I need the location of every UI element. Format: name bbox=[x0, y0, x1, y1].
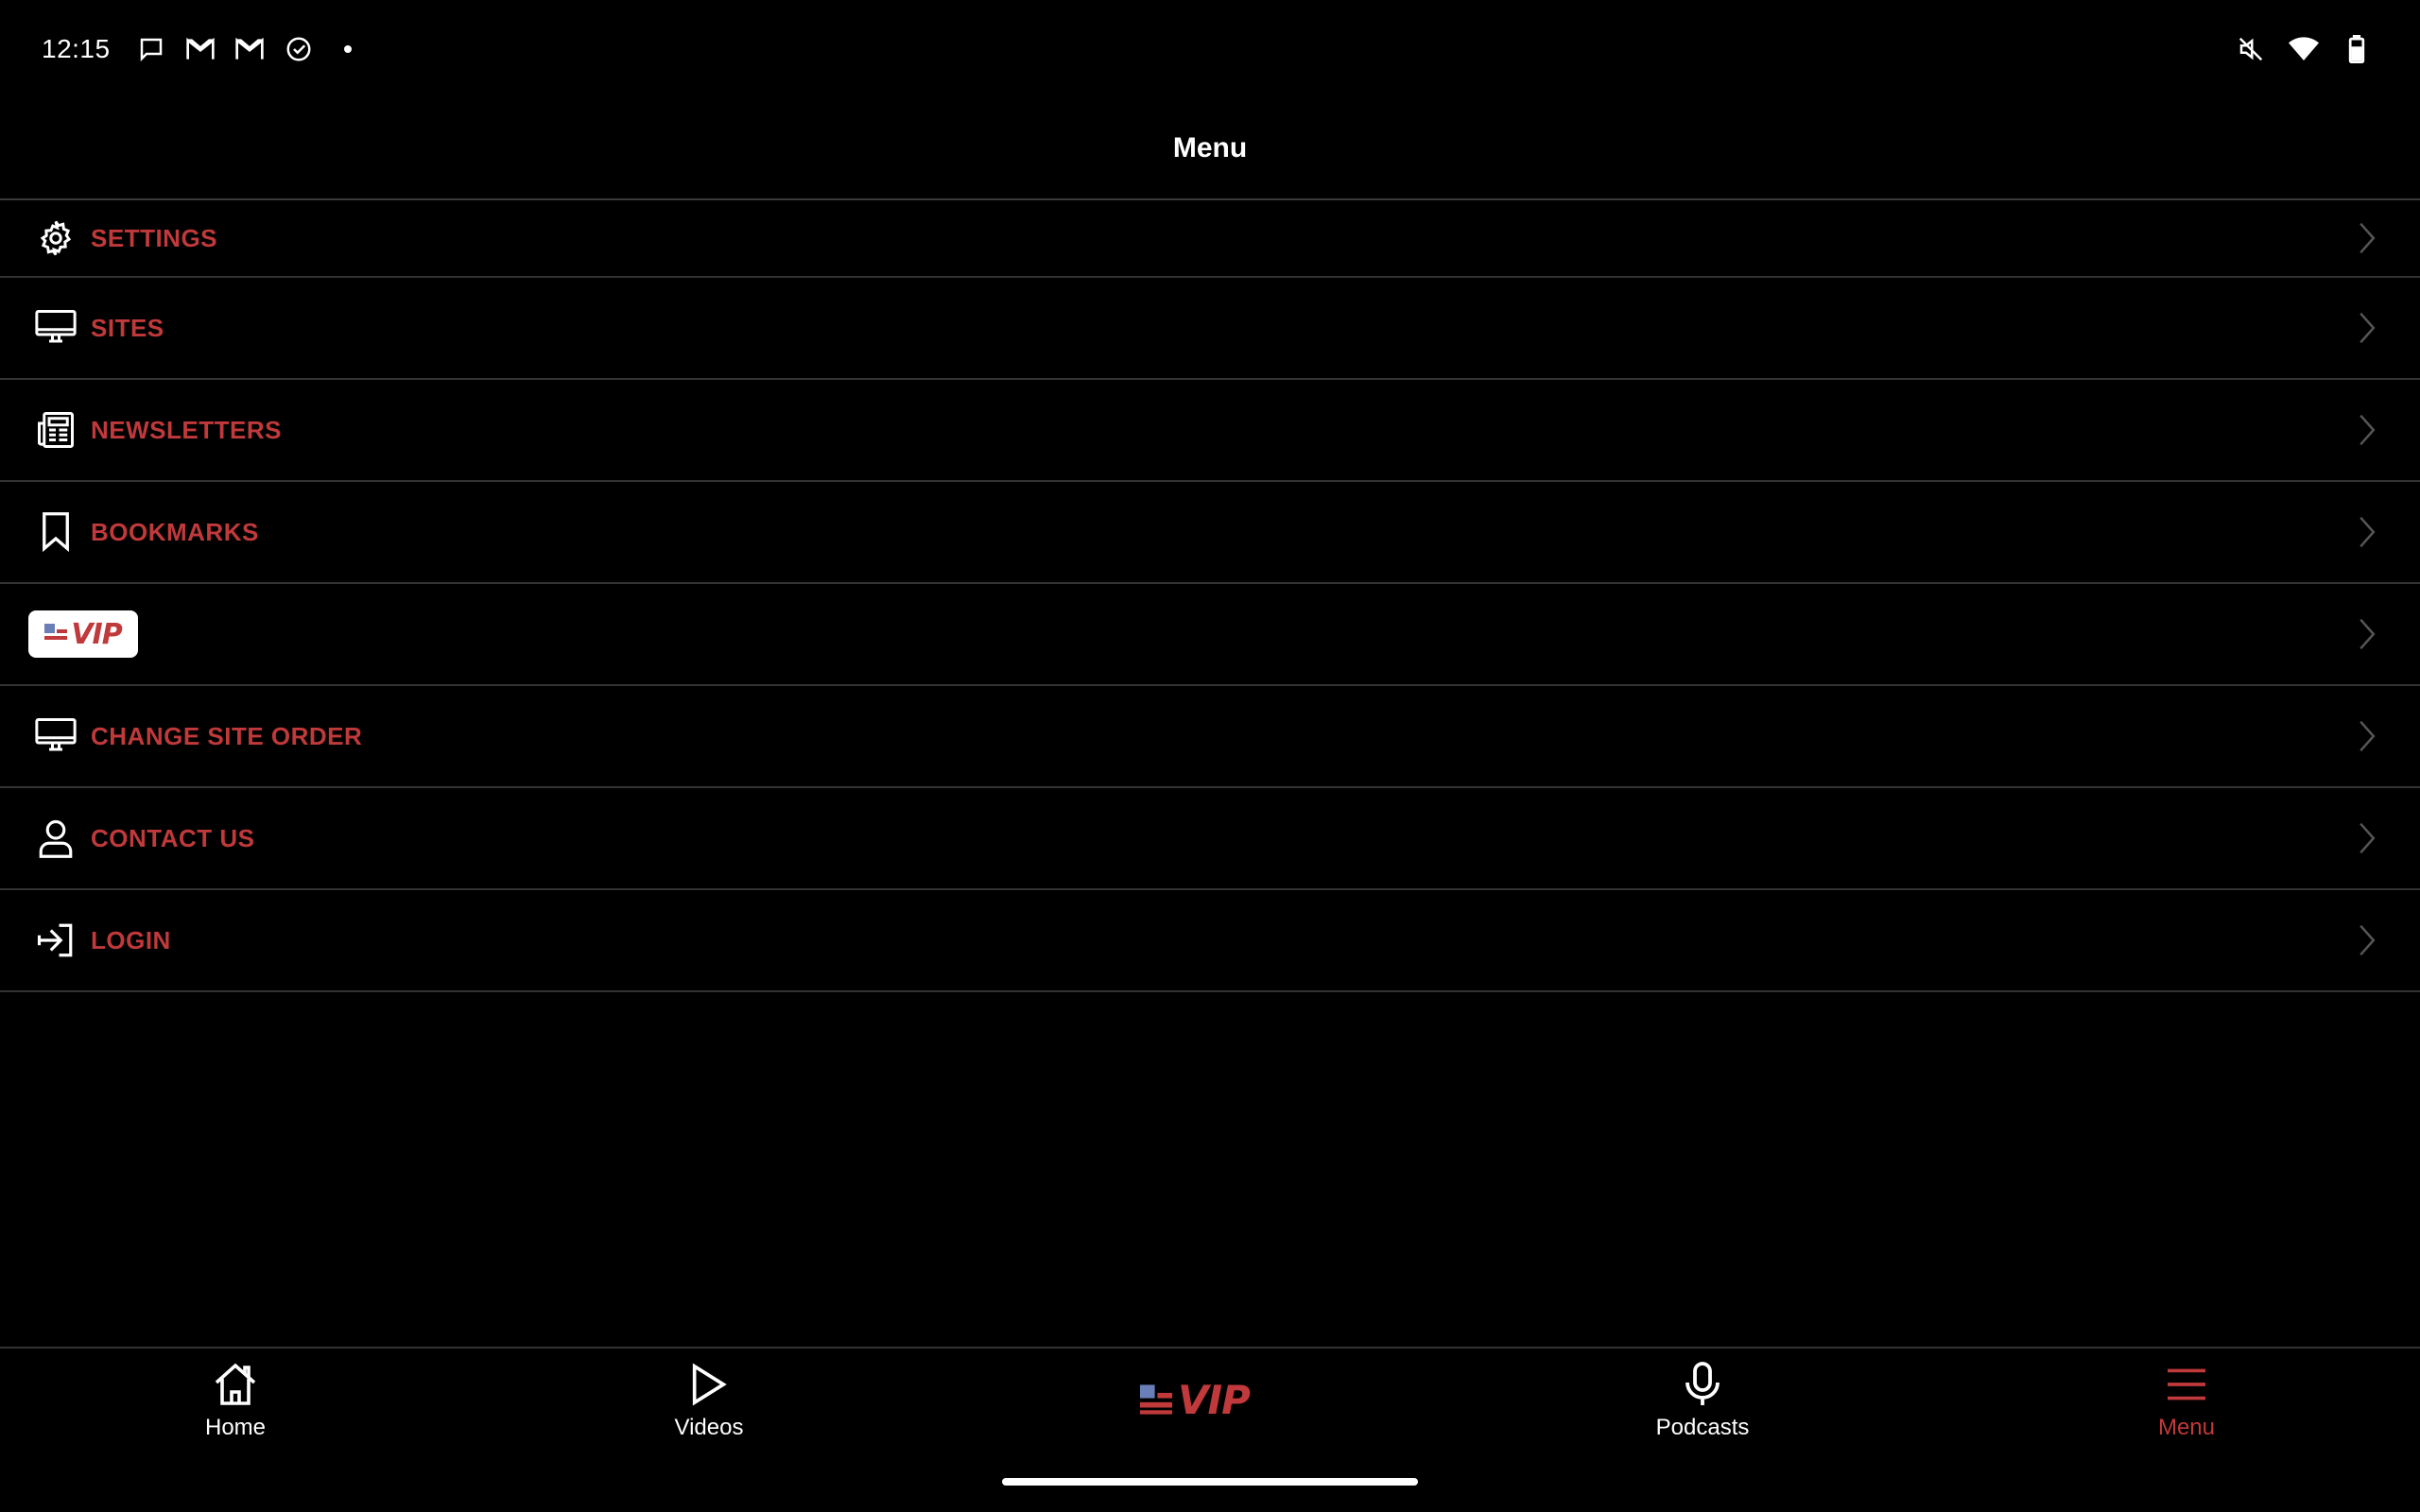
chevron-right-icon bbox=[2356, 411, 2378, 449]
chevron-right-icon bbox=[2356, 309, 2378, 347]
menu-item-login[interactable]: LOGIN bbox=[0, 890, 2420, 992]
bottom-nav: Home Videos VIP Podcasts Menu bbox=[0, 1347, 2420, 1460]
status-time: 12:15 bbox=[42, 34, 111, 63]
chevron-right-icon bbox=[2356, 615, 2378, 653]
menu-item-label: NEWSLETTERS bbox=[91, 415, 282, 444]
play-icon bbox=[683, 1358, 735, 1411]
home-indicator[interactable] bbox=[1002, 1478, 1418, 1486]
menu-item-change-site-order[interactable]: CHANGE SITE ORDER bbox=[0, 686, 2420, 788]
nav-menu-label: Menu bbox=[2157, 1415, 2216, 1440]
chevron-right-icon bbox=[2356, 513, 2378, 551]
menu-item-label: SITES bbox=[91, 313, 164, 342]
newspaper-icon bbox=[34, 408, 78, 452]
menu-item-sites[interactable]: SITES bbox=[0, 278, 2420, 380]
chevron-right-icon bbox=[2356, 921, 2378, 959]
menu-item-newsletters[interactable]: NEWSLETTERS bbox=[0, 380, 2420, 482]
user-icon bbox=[34, 816, 78, 860]
message-icon bbox=[135, 33, 167, 65]
battery-icon bbox=[2341, 33, 2373, 65]
monitor-icon bbox=[34, 714, 78, 758]
vip-logo-text: VIP bbox=[71, 617, 122, 651]
monitor-icon bbox=[34, 306, 78, 350]
nav-vip[interactable]: VIP bbox=[1140, 1371, 1291, 1428]
nav-home[interactable]: Home bbox=[141, 1358, 330, 1452]
menu-item-label: BOOKMARKS bbox=[91, 517, 259, 546]
menu-item-label: CONTACT US bbox=[91, 823, 255, 852]
wifi-icon bbox=[2288, 33, 2320, 65]
menu-item-contact-us[interactable]: CONTACT US bbox=[0, 788, 2420, 890]
flag-icon bbox=[44, 624, 68, 640]
nav-videos[interactable]: Videos bbox=[614, 1358, 804, 1452]
nav-podcasts-label: Podcasts bbox=[1655, 1415, 1750, 1440]
hamburger-menu-icon bbox=[2160, 1358, 2213, 1411]
bookmark-icon bbox=[34, 510, 78, 554]
vip-logo: VIP bbox=[28, 610, 138, 658]
dot-icon bbox=[332, 33, 364, 65]
menu-item-label: LOGIN bbox=[91, 925, 171, 954]
mute-icon bbox=[2235, 33, 2267, 65]
nav-videos-label: Videos bbox=[674, 1415, 744, 1440]
page-title: Menu bbox=[1172, 132, 1248, 163]
menu-item-label: CHANGE SITE ORDER bbox=[91, 721, 363, 750]
menu-item-label: SETTINGS bbox=[91, 223, 218, 252]
nav-podcasts[interactable]: Podcasts bbox=[1608, 1358, 1797, 1452]
menu-item-vip[interactable]: VIP bbox=[0, 584, 2420, 686]
chevron-right-icon bbox=[2356, 717, 2378, 755]
menu-item-bookmarks[interactable]: BOOKMARKS bbox=[0, 482, 2420, 584]
nav-vip-label: VIP bbox=[1178, 1376, 1251, 1423]
nav-home-label: Home bbox=[204, 1415, 267, 1440]
app-header: Menu bbox=[0, 98, 2420, 200]
chevron-right-icon bbox=[2356, 819, 2378, 857]
chevron-right-icon bbox=[2356, 219, 2378, 257]
gmail-icon bbox=[233, 33, 266, 65]
status-left: 12:15 bbox=[42, 28, 364, 70]
status-bar: 12:15 bbox=[0, 0, 2420, 98]
check-circle-icon bbox=[283, 33, 315, 65]
flag-icon bbox=[1140, 1384, 1172, 1415]
nav-menu[interactable]: Menu bbox=[2092, 1358, 2281, 1452]
status-right bbox=[2235, 30, 2373, 68]
home-icon bbox=[209, 1358, 262, 1411]
menu-list: SETTINGS SITES NEWSLETTERS BOOKMARKS VIP… bbox=[0, 200, 2420, 992]
login-icon bbox=[34, 919, 78, 962]
gear-icon bbox=[34, 216, 78, 260]
menu-item-settings[interactable]: SETTINGS bbox=[0, 200, 2420, 278]
microphone-icon bbox=[1676, 1358, 1729, 1411]
gmail-icon bbox=[184, 33, 216, 65]
